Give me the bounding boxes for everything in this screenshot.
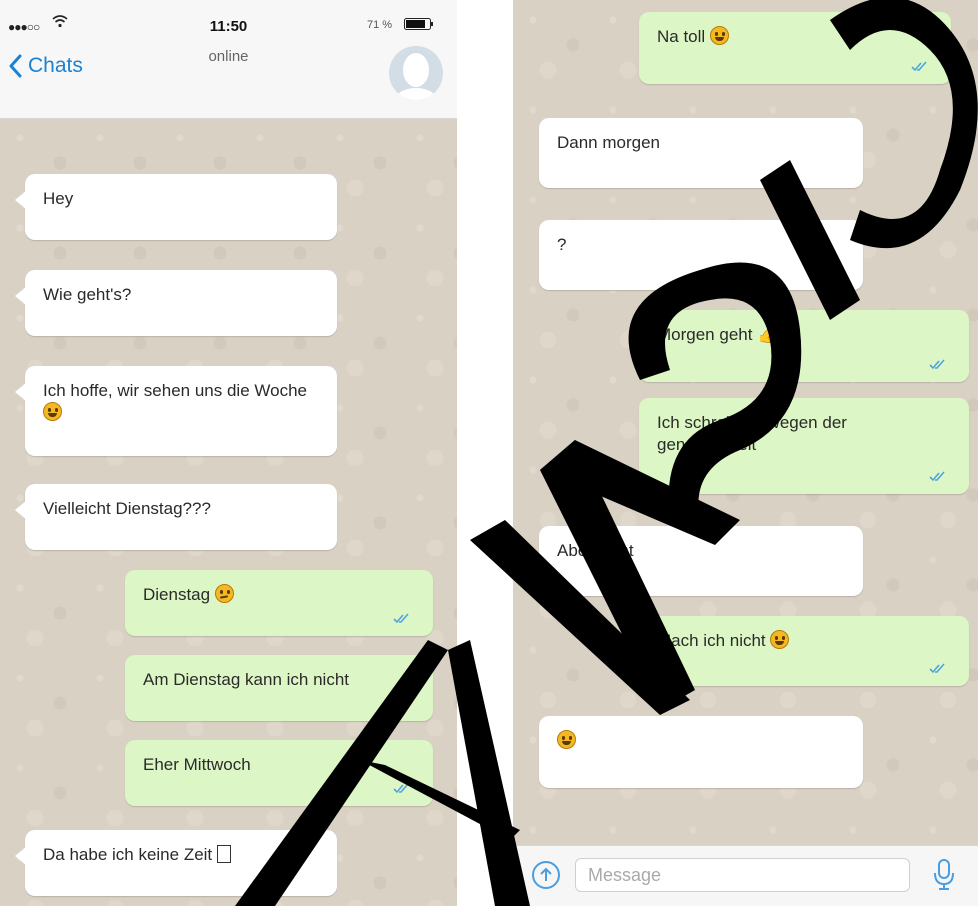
left-chat-screen: ●●●○○ 11:50 71 % Chats online Hey Wie ge… <box>0 0 457 906</box>
message-text: Hey <box>43 189 74 208</box>
message-text: Ich hoffe, wir sehen uns die Woche <box>43 380 313 424</box>
message-bubble[interactable]: Na toll <box>639 12 951 84</box>
message-bubble[interactable]: ? <box>539 220 863 290</box>
header-bar: ●●●○○ 11:50 71 % Chats online <box>0 0 457 119</box>
double-check-icon <box>929 359 945 370</box>
message-bubble[interactable]: Mach ich nicht <box>639 616 969 686</box>
unknown-emoji-icon <box>216 845 231 863</box>
attach-icon[interactable] <box>531 860 561 890</box>
microphone-icon[interactable] <box>931 858 957 892</box>
message-bubble[interactable]: Ich hoffe, wir sehen uns die Woche <box>15 366 337 456</box>
message-bubble[interactable]: Ich schreib dir wegen der genauen Zeit <box>639 398 969 494</box>
smiling-emoji-icon <box>770 630 790 649</box>
confused-emoji-icon <box>214 584 234 603</box>
message-text: Am Dienstag kann ich nicht <box>143 670 349 689</box>
contact-avatar[interactable] <box>389 46 443 100</box>
message-text: Eher Mittwoch <box>143 755 251 774</box>
message-text: Mach ich nicht <box>657 630 951 652</box>
message-bubble[interactable]: Dienstag <box>125 570 433 636</box>
double-check-icon <box>929 471 945 482</box>
message-text: Da habe ich keine Zeit <box>43 844 319 866</box>
double-check-icon <box>393 613 409 624</box>
message-bubble[interactable]: Wie geht's? <box>15 270 337 336</box>
smiling-emoji-icon <box>557 730 576 749</box>
message-bubble[interactable]: Dann morgen <box>539 118 863 188</box>
message-text: Aber nicht <box>557 541 634 560</box>
message-text: Vielleicht Dienstag??? <box>43 499 211 518</box>
right-chat-screen: Na toll Dann morgen ? Morgen geht 👍 Ich … <box>513 0 978 906</box>
message-bubble[interactable]: Am Dienstag kann ich nicht <box>125 655 433 721</box>
double-check-icon <box>911 61 927 72</box>
default-avatar-icon <box>394 53 438 100</box>
grinning-emoji-icon <box>43 402 62 421</box>
double-check-icon <box>393 698 409 709</box>
message-bubble[interactable]: Aber nicht <box>539 526 863 596</box>
message-bubble[interactable]: Morgen geht 👍 <box>639 310 969 382</box>
message-text: Morgen geht 👍 <box>657 325 779 344</box>
message-bubble[interactable]: Da habe ich keine Zeit <box>15 830 337 896</box>
message-text: ? <box>557 235 567 254</box>
grinning-emoji-icon <box>709 26 729 45</box>
double-check-icon <box>929 663 945 674</box>
message-text: Dann morgen <box>557 133 661 152</box>
battery-percentage: 71 % <box>367 19 393 31</box>
message-text: Wie geht's? <box>43 285 132 304</box>
message-bubble[interactable] <box>539 716 863 788</box>
double-check-icon <box>393 783 409 794</box>
message-bubble[interactable]: Vielleicht Dienstag??? <box>15 484 337 550</box>
message-bubble[interactable]: Hey <box>15 174 337 240</box>
message-text: Na toll <box>657 26 933 48</box>
message-bubble[interactable]: Eher Mittwoch <box>125 740 433 806</box>
battery-icon <box>404 18 433 30</box>
message-text <box>557 730 845 752</box>
message-text: Ich schreib dir wegen der genauen Zeit <box>657 413 847 454</box>
message-input[interactable] <box>575 858 910 892</box>
message-input-bar <box>513 845 978 906</box>
contact-status: online <box>208 48 249 65</box>
thumbs-up-icon: 👍 <box>757 325 779 344</box>
message-text: Dienstag <box>143 584 415 606</box>
